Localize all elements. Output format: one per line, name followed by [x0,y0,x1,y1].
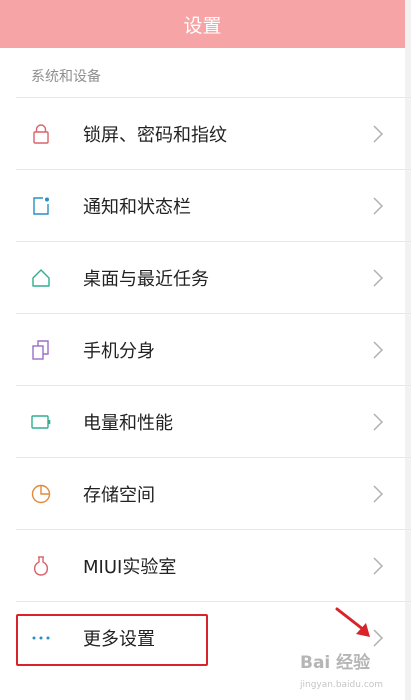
pointer-arrow-icon [334,606,374,644]
settings-item-label: 存储空间 [83,485,155,506]
settings-item-label: 电量和性能 [83,413,173,434]
settings-item-dual-apps[interactable]: 手机分身 [0,314,405,386]
settings-item-storage[interactable]: 存储空间 [0,458,405,530]
settings-item-label: 锁屏、密码和指纹 [83,125,227,146]
flask-icon [30,555,52,577]
section-header: 系统和设备 [31,69,101,85]
chevron-right-icon [372,268,384,288]
notification-icon [30,195,52,217]
watermark: Bai 经验 [300,653,371,673]
settings-item-label: 桌面与最近任务 [83,269,209,290]
storage-pie-icon [30,483,52,505]
settings-item-label: 通知和状态栏 [83,197,191,218]
title-bar: 设置 [0,0,405,48]
home-icon [30,267,52,289]
chevron-right-icon [372,340,384,360]
settings-item-lock-screen[interactable]: 锁屏、密码和指纹 [0,98,405,170]
settings-item-label: 手机分身 [83,341,155,362]
chevron-right-icon [372,556,384,576]
chevron-right-icon [372,484,384,504]
chevron-right-icon [372,412,384,432]
clone-icon [30,339,52,361]
settings-item-battery[interactable]: 电量和性能 [0,386,405,458]
settings-item-home-screen[interactable]: 桌面与最近任务 [0,242,405,314]
page-title: 设置 [183,14,222,37]
lock-icon [30,123,52,145]
settings-item-label: MIUI实验室 [83,557,177,578]
highlight-box [16,614,208,666]
chevron-right-icon [372,124,384,144]
scrollbar-track [405,0,411,700]
settings-screen: 设置 系统和设备 锁屏、密码和指纹 通知和状态栏 桌面与最近任务 手机分身 电量… [0,0,411,700]
chevron-right-icon [372,196,384,216]
battery-icon [30,411,52,433]
watermark-url: jingyan.baidu.com [300,680,384,690]
settings-item-notifications[interactable]: 通知和状态栏 [0,170,405,242]
settings-item-miui-lab[interactable]: MIUI实验室 [0,530,405,602]
